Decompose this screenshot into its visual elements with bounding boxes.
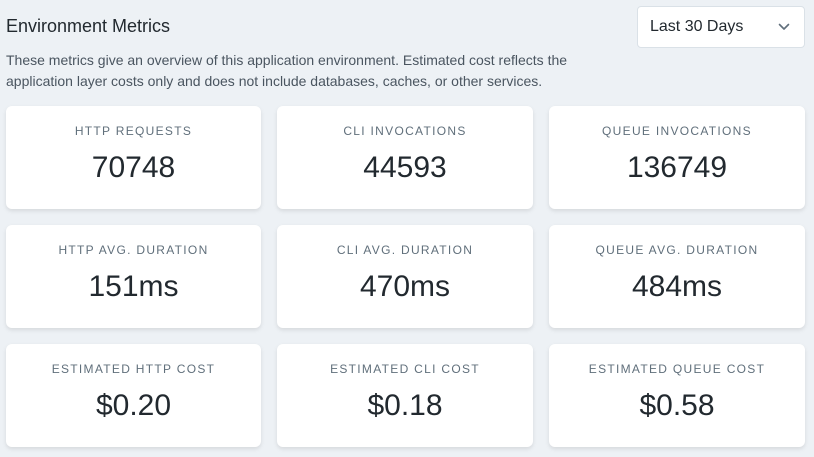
chevron-down-icon xyxy=(776,19,792,35)
metric-card-http-requests: HTTP REQUESTS 70748 xyxy=(6,106,261,209)
metric-label: ESTIMATED QUEUE COST xyxy=(588,362,766,376)
metric-card-cli-avg-duration: CLI AVG. DURATION 470ms xyxy=(277,225,533,328)
metric-card-queue-invocations: QUEUE INVOCATIONS 136749 xyxy=(549,106,805,209)
metric-value: $0.58 xyxy=(639,389,715,422)
metric-label: HTTP AVG. DURATION xyxy=(58,243,209,257)
environment-metrics-page: Environment Metrics These metrics give a… xyxy=(0,0,814,457)
time-range-value: Last 30 Days xyxy=(650,18,744,35)
metric-value: 484ms xyxy=(631,270,723,303)
metric-value: $0.20 xyxy=(95,389,172,422)
metric-value: 44593 xyxy=(363,151,447,184)
metric-label: QUEUE AVG. DURATION xyxy=(595,243,759,257)
metric-label: ESTIMATED CLI COST xyxy=(330,362,480,376)
metrics-grid: HTTP REQUESTS 70748 CLI INVOCATIONS 4459… xyxy=(6,106,806,447)
metrics-header: Environment Metrics These metrics give a… xyxy=(6,14,586,92)
metric-card-estimated-cli-cost: ESTIMATED CLI COST $0.18 xyxy=(277,344,533,447)
metric-value: 136749 xyxy=(626,151,728,184)
metric-label: ESTIMATED HTTP COST xyxy=(51,362,216,376)
metric-label: QUEUE INVOCATIONS xyxy=(602,124,752,138)
metric-card-estimated-http-cost: ESTIMATED HTTP COST $0.20 xyxy=(6,344,261,447)
metric-label: CLI AVG. DURATION xyxy=(336,243,474,257)
metric-card-http-avg-duration: HTTP AVG. DURATION 151ms xyxy=(6,225,261,328)
time-range-select[interactable]: Last 30 Days xyxy=(637,6,805,48)
metric-label: CLI INVOCATIONS xyxy=(343,124,467,138)
metric-value: 470ms xyxy=(359,270,451,303)
metric-card-estimated-queue-cost: ESTIMATED QUEUE COST $0.58 xyxy=(549,344,805,447)
metric-label: HTTP REQUESTS xyxy=(74,124,193,138)
page-title: Environment Metrics xyxy=(6,16,171,36)
metric-card-cli-invocations: CLI INVOCATIONS 44593 xyxy=(277,106,533,209)
metric-value: 151ms xyxy=(88,270,179,303)
metric-card-queue-avg-duration: QUEUE AVG. DURATION 484ms xyxy=(549,225,805,328)
metric-value: $0.18 xyxy=(367,389,443,422)
metric-value: 70748 xyxy=(91,151,176,184)
page-description: These metrics give an overview of this a… xyxy=(6,52,568,89)
